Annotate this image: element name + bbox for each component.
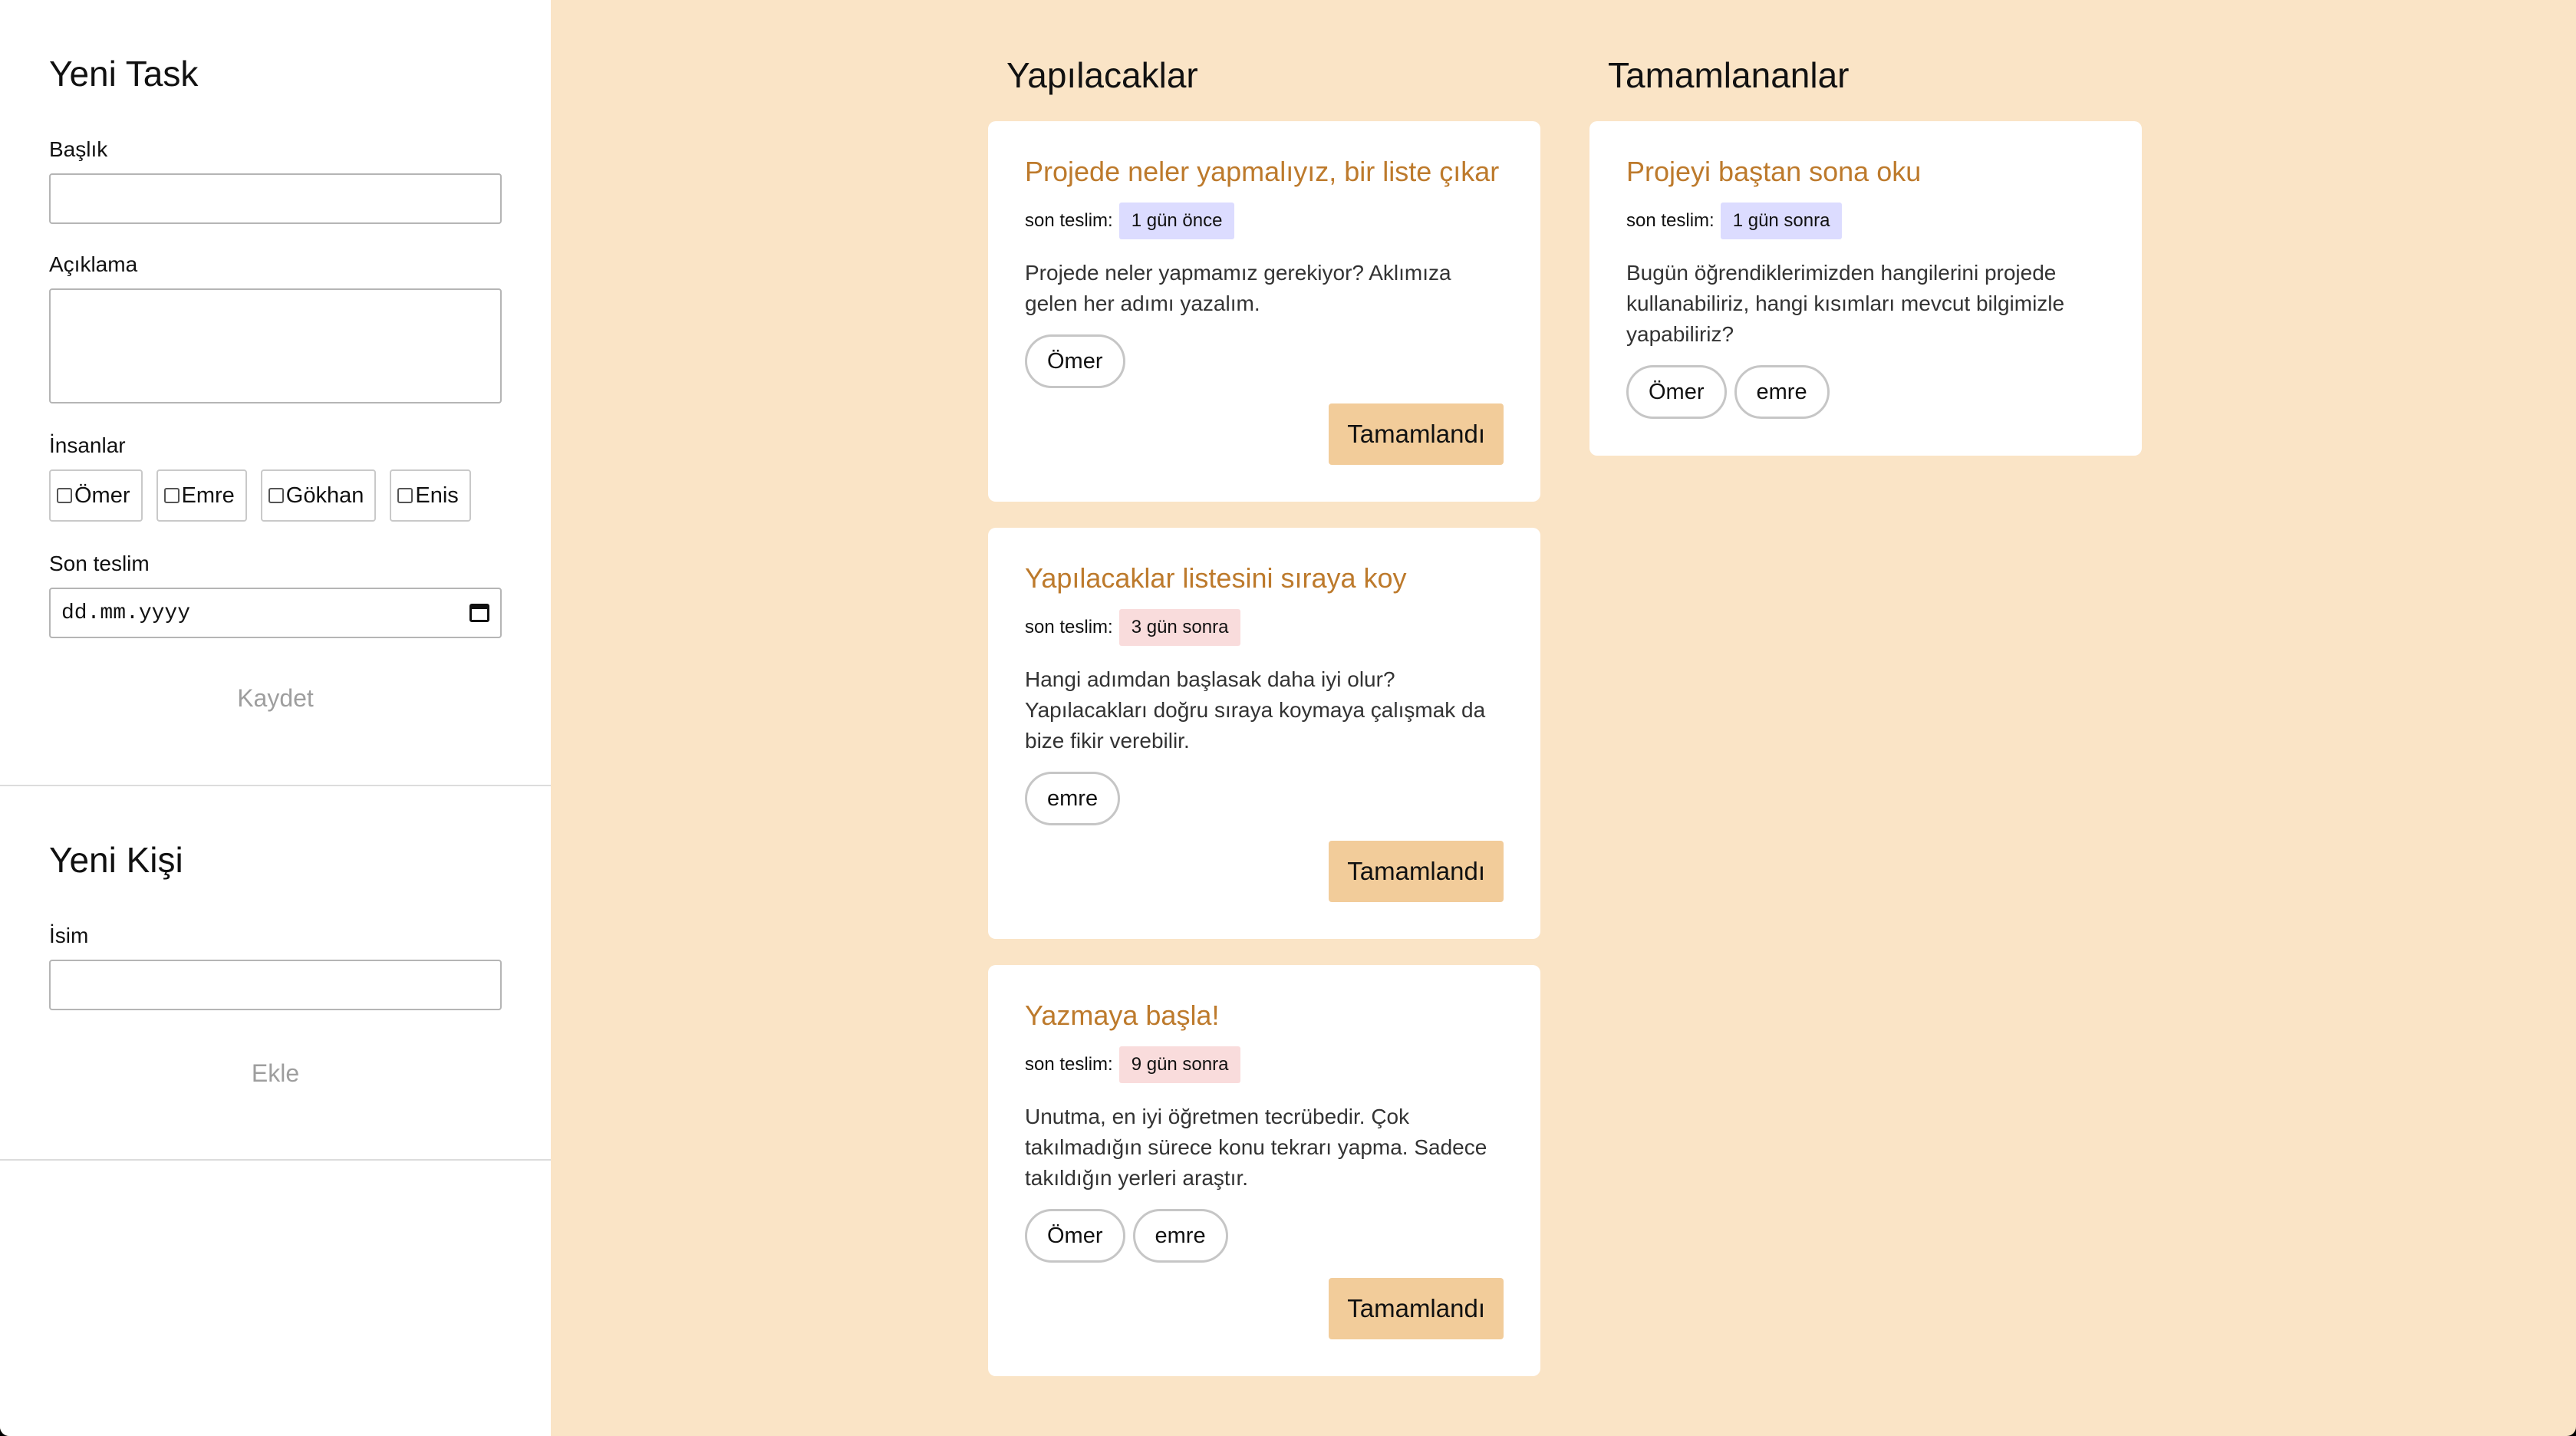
deadline-row: son teslim: 1 gün önce <box>1025 203 1504 239</box>
deadline-row: son teslim: 9 gün sonra <box>1025 1046 1504 1083</box>
person-checkbox-label: Ömer <box>74 483 130 508</box>
done-column: Tamamlananlar Projeyi baştan sona oku so… <box>1589 52 2142 482</box>
calendar-icon[interactable] <box>469 604 489 622</box>
people-checkbox-group: Ömer Emre Gökhan Enis <box>49 469 502 522</box>
deadline-placeholder: dd.mm.yyyy <box>61 601 191 625</box>
add-button[interactable]: Ekle <box>236 1052 315 1095</box>
title-label: Başlık <box>49 137 108 161</box>
deadline-badge: 3 gün sonra <box>1118 609 1241 646</box>
checkbox-icon[interactable] <box>163 488 180 503</box>
description-textarea[interactable] <box>49 288 502 403</box>
deadline-badge: 1 gün önce <box>1118 203 1235 239</box>
deadline-date-input[interactable]: dd.mm.yyyy <box>49 588 502 638</box>
deadline-prefix: son teslim: <box>1025 617 1113 637</box>
title-input[interactable] <box>49 173 502 224</box>
sidebar: Yeni Task Başlık Açıklama İnsanlar Ömer … <box>0 0 551 1436</box>
person-checkbox-gokhan[interactable]: Gökhan <box>260 469 377 522</box>
save-button[interactable]: Kaydet <box>222 677 329 720</box>
todo-heading: Yapılacaklar <box>1006 55 1198 95</box>
task-title: Yazmaya başla! <box>1025 1000 1220 1031</box>
assignee-chip: emre <box>1132 1209 1228 1263</box>
complete-button[interactable]: Tamamlandı <box>1329 841 1504 902</box>
assignee-list: emre <box>1025 772 1504 825</box>
deadline-prefix: son teslim: <box>1626 210 1715 231</box>
person-checkbox-enis[interactable]: Enis <box>390 469 471 522</box>
assignee-list: Ömer emre <box>1025 1209 1504 1263</box>
deadline-label: Son teslim <box>49 552 150 575</box>
assignee-chip: emre <box>1734 365 1830 419</box>
deadline-prefix: son teslim: <box>1025 210 1113 231</box>
person-checkbox-label: Enis <box>415 483 459 508</box>
people-label: İnsanlar <box>49 433 126 457</box>
task-board: Yapılacaklar Projede neler yapmalıyız, b… <box>551 0 2576 1436</box>
checkbox-icon[interactable] <box>57 488 72 503</box>
deadline-badge: 1 gün sonra <box>1720 203 1843 239</box>
task-description: Bugün öğrendiklerimizden hangilerini pro… <box>1626 261 2065 346</box>
task-title: Projeyi baştan sona oku <box>1626 156 1922 187</box>
complete-button[interactable]: Tamamlandı <box>1329 403 1504 465</box>
person-checkbox-emre[interactable]: Emre <box>156 469 247 522</box>
complete-button[interactable]: Tamamlandı <box>1329 1278 1504 1339</box>
task-description: Unutma, en iyi öğretmen tecrübedir. Çok … <box>1025 1105 1487 1190</box>
assignee-chip: Ömer <box>1626 365 1727 419</box>
new-person-panel: Yeni Kişi İsim Ekle <box>0 786 551 1161</box>
deadline-badge: 9 gün sonra <box>1118 1046 1241 1083</box>
task-card: Yazmaya başla! son teslim: 9 gün sonra U… <box>988 965 1540 1376</box>
app-window: Yeni Task Başlık Açıklama İnsanlar Ömer … <box>0 0 2576 1436</box>
assignee-chip: emre <box>1025 772 1121 825</box>
new-task-heading: Yeni Task <box>49 54 199 94</box>
assignee-list: Ömer <box>1025 334 1504 388</box>
task-card: Projede neler yapmalıyız, bir liste çıka… <box>988 121 1540 502</box>
person-checkbox-omer[interactable]: Ömer <box>49 469 143 522</box>
deadline-row: son teslim: 3 gün sonra <box>1025 609 1504 646</box>
assignee-chip: Ömer <box>1025 1209 1125 1263</box>
checkbox-icon[interactable] <box>268 488 284 503</box>
deadline-prefix: son teslim: <box>1025 1054 1113 1075</box>
task-title: Projede neler yapmalıyız, bir liste çıka… <box>1025 156 1500 187</box>
todo-column: Yapılacaklar Projede neler yapmalıyız, b… <box>988 52 1540 1402</box>
task-card: Yapılacaklar listesini sıraya koy son te… <box>988 528 1540 939</box>
new-person-heading: Yeni Kişi <box>49 840 183 880</box>
deadline-row: son teslim: 1 gün sonra <box>1626 203 2105 239</box>
task-title: Yapılacaklar listesini sıraya koy <box>1025 562 1407 594</box>
description-label: Açıklama <box>49 252 138 276</box>
new-task-panel: Yeni Task Başlık Açıklama İnsanlar Ömer … <box>0 0 551 786</box>
name-label: İsim <box>49 924 89 947</box>
task-description: Hangi adımdan başlasak daha iyi olur? Ya… <box>1025 667 1486 753</box>
person-checkbox-label: Gökhan <box>285 483 364 508</box>
task-description: Projede neler yapmamız gerekiyor? Aklımı… <box>1025 261 1451 315</box>
name-input[interactable] <box>49 960 502 1010</box>
checkbox-icon[interactable] <box>397 488 413 503</box>
task-card: Projeyi baştan sona oku son teslim: 1 gü… <box>1589 121 2142 456</box>
done-heading: Tamamlananlar <box>1608 55 1850 95</box>
assignee-chip: Ömer <box>1025 334 1125 388</box>
person-checkbox-label: Emre <box>181 483 235 508</box>
assignee-list: Ömer emre <box>1626 365 2105 419</box>
